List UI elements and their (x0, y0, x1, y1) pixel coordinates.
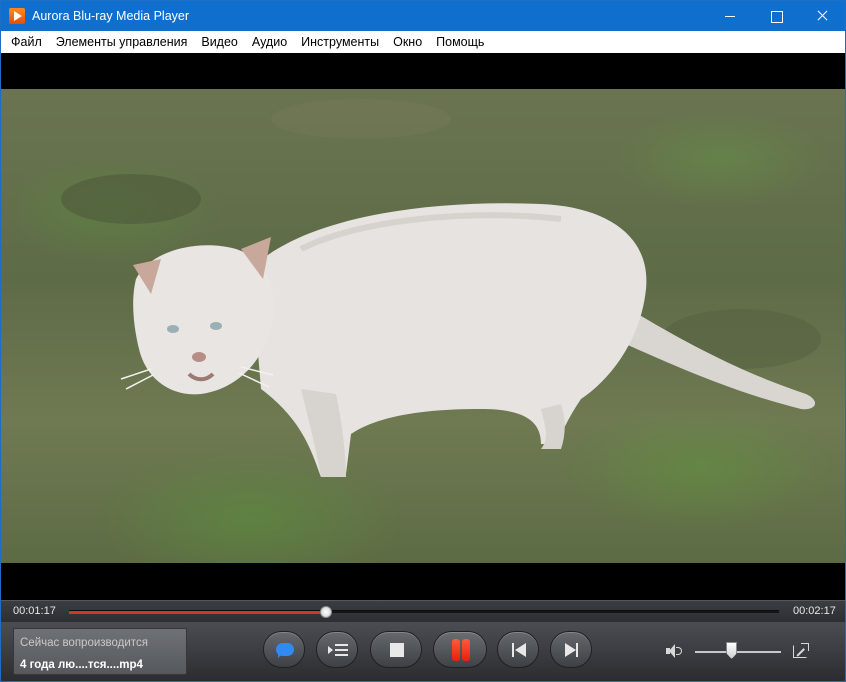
seek-row: 00:01:17 00:02:17 (1, 600, 845, 622)
control-bar: Сейчас вопроизводится 4 года лю....тся..… (1, 622, 845, 681)
elapsed-time: 00:01:17 (13, 605, 56, 617)
menu-video[interactable]: Видео (194, 32, 245, 52)
title-bar[interactable]: Aurora Blu-ray Media Player (1, 1, 845, 31)
minimize-button[interactable] (707, 1, 753, 31)
stop-icon (390, 643, 404, 657)
skip-previous-icon (510, 643, 528, 657)
menu-help[interactable]: Помощь (429, 32, 491, 52)
maximize-button[interactable] (753, 1, 799, 31)
playlist-icon (328, 643, 348, 657)
next-button[interactable] (550, 631, 592, 668)
now-playing-label: Сейчас вопроизводится (20, 637, 148, 649)
popout-icon[interactable] (793, 643, 809, 658)
menu-bar: Файл Элементы управления Видео Аудио Инс… (1, 31, 845, 53)
player-window: Aurora Blu-ray Media Player Файл Элемент… (0, 0, 846, 682)
app-logo-icon (9, 8, 25, 24)
seek-progress (69, 611, 327, 614)
video-image (61, 99, 821, 477)
menu-controls[interactable]: Элементы управления (49, 32, 195, 52)
chat-bubble-icon (276, 643, 294, 658)
menu-window[interactable]: Окно (386, 32, 429, 52)
now-playing-file: 4 года лю....тся....mp4 (20, 659, 143, 671)
pause-icon (450, 639, 472, 661)
playlist-button[interactable] (316, 631, 358, 668)
video-area[interactable] (1, 53, 845, 600)
speaker-icon[interactable] (666, 644, 684, 658)
video-frame[interactable] (1, 89, 845, 563)
seek-handle[interactable] (320, 606, 333, 618)
close-button[interactable] (799, 1, 845, 31)
menu-file[interactable]: Файл (4, 32, 49, 52)
now-playing-panel[interactable]: Сейчас вопроизводится 4 года лю....тся..… (13, 628, 187, 675)
volume-slider[interactable] (695, 642, 781, 659)
menu-tools[interactable]: Инструменты (294, 32, 386, 52)
skip-next-icon (563, 643, 581, 657)
menu-audio[interactable]: Аудио (245, 32, 294, 52)
window-title: Aurora Blu-ray Media Player (32, 9, 190, 23)
stop-button[interactable] (370, 631, 422, 668)
volume-handle[interactable] (726, 642, 738, 659)
subtitles-button[interactable] (263, 631, 305, 668)
seek-bar[interactable] (69, 606, 779, 618)
pause-button[interactable] (433, 631, 487, 668)
previous-button[interactable] (497, 631, 539, 668)
total-time: 00:02:17 (793, 605, 836, 617)
